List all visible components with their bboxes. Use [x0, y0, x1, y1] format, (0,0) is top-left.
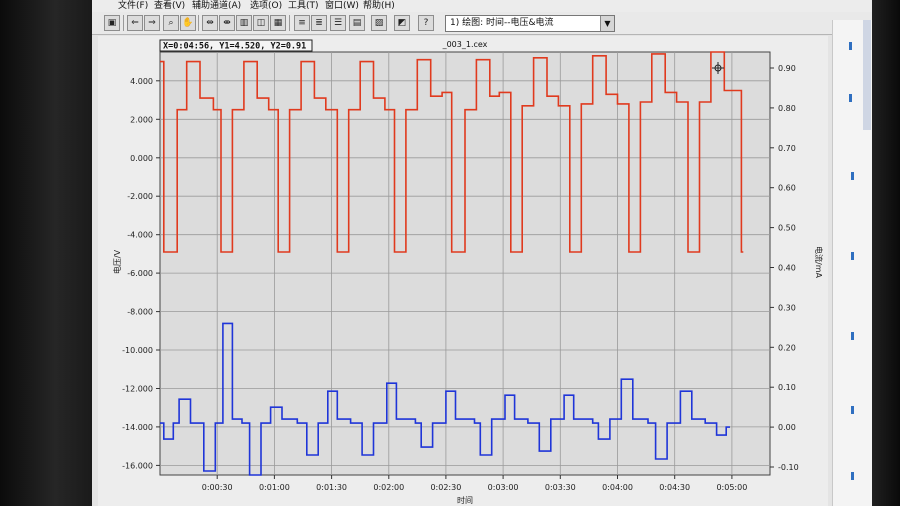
y-right-tick-label: 0.70: [778, 144, 796, 153]
y-left-tick-label: -14.000: [122, 423, 153, 432]
y-axis-left-label: 电压/V: [112, 249, 122, 274]
x-tick-label: 0:05:00: [716, 483, 747, 492]
y-right-tick-label: 0.00: [778, 423, 796, 432]
cursor-readout: X=0:04:56, Y1=4.520, Y2=0.91: [163, 42, 306, 52]
y-left-tick-label: -8.000: [127, 308, 153, 317]
y-right-tick-label: 0.20: [778, 343, 796, 352]
y-right-tick-label: 0.10: [778, 383, 796, 392]
y-left-tick-label: 2.000: [130, 115, 153, 124]
y-right-tick-label: 0.60: [778, 184, 796, 193]
x-tick-label: 0:01:00: [259, 483, 290, 492]
chart-title: _003_1.cex: [442, 40, 488, 49]
y-right-tick-label: 0.50: [778, 224, 796, 233]
application-window: 文件(F) 查看(V) 辅助通道(A) 选项(O) 工具(T) 窗口(W) 帮助…: [92, 0, 872, 506]
x-tick-label: 0:03:00: [488, 483, 519, 492]
x-tick-label: 0:01:30: [316, 483, 347, 492]
y-right-tick-label: 0.40: [778, 264, 796, 273]
y-left-tick-label: -6.000: [127, 269, 153, 278]
y-right-tick-label: 0.30: [778, 303, 796, 312]
x-tick-label: 0:02:30: [430, 483, 461, 492]
x-tick-label: 0:02:00: [373, 483, 404, 492]
y-left-tick-label: -10.000: [122, 346, 153, 355]
y-right-tick-label: 0.80: [778, 104, 796, 113]
voltage-current-chart: 4.000 2.000 0.000 -2.000 -4.000 -6.000 -8.000 -…: [112, 39, 824, 505]
x-tick-label: 0:04:00: [602, 483, 633, 492]
y-left-tick-label: 0.000: [130, 154, 153, 163]
x-tick-label: 0:00:30: [202, 483, 233, 492]
y-left-tick-label: 4.000: [130, 77, 153, 86]
y-right-tick-label: -0.10: [778, 463, 799, 472]
y-axis-right-label: 电流/mA: [814, 246, 824, 278]
y-left-tick-label: -4.000: [127, 231, 153, 240]
y-left-tick-label: -2.000: [127, 192, 153, 201]
x-tick-label: 0:04:30: [659, 483, 690, 492]
x-tick-label: 0:03:30: [545, 483, 576, 492]
monitor-bezel-left: [0, 0, 92, 506]
y-left-tick-label: -16.000: [122, 461, 153, 470]
x-axis-label: 时间: [457, 495, 473, 505]
y-right-tick-label: 0.90: [778, 64, 796, 73]
y-left-tick-label: -12.000: [122, 385, 153, 394]
monitor-bezel-right: [872, 0, 900, 506]
